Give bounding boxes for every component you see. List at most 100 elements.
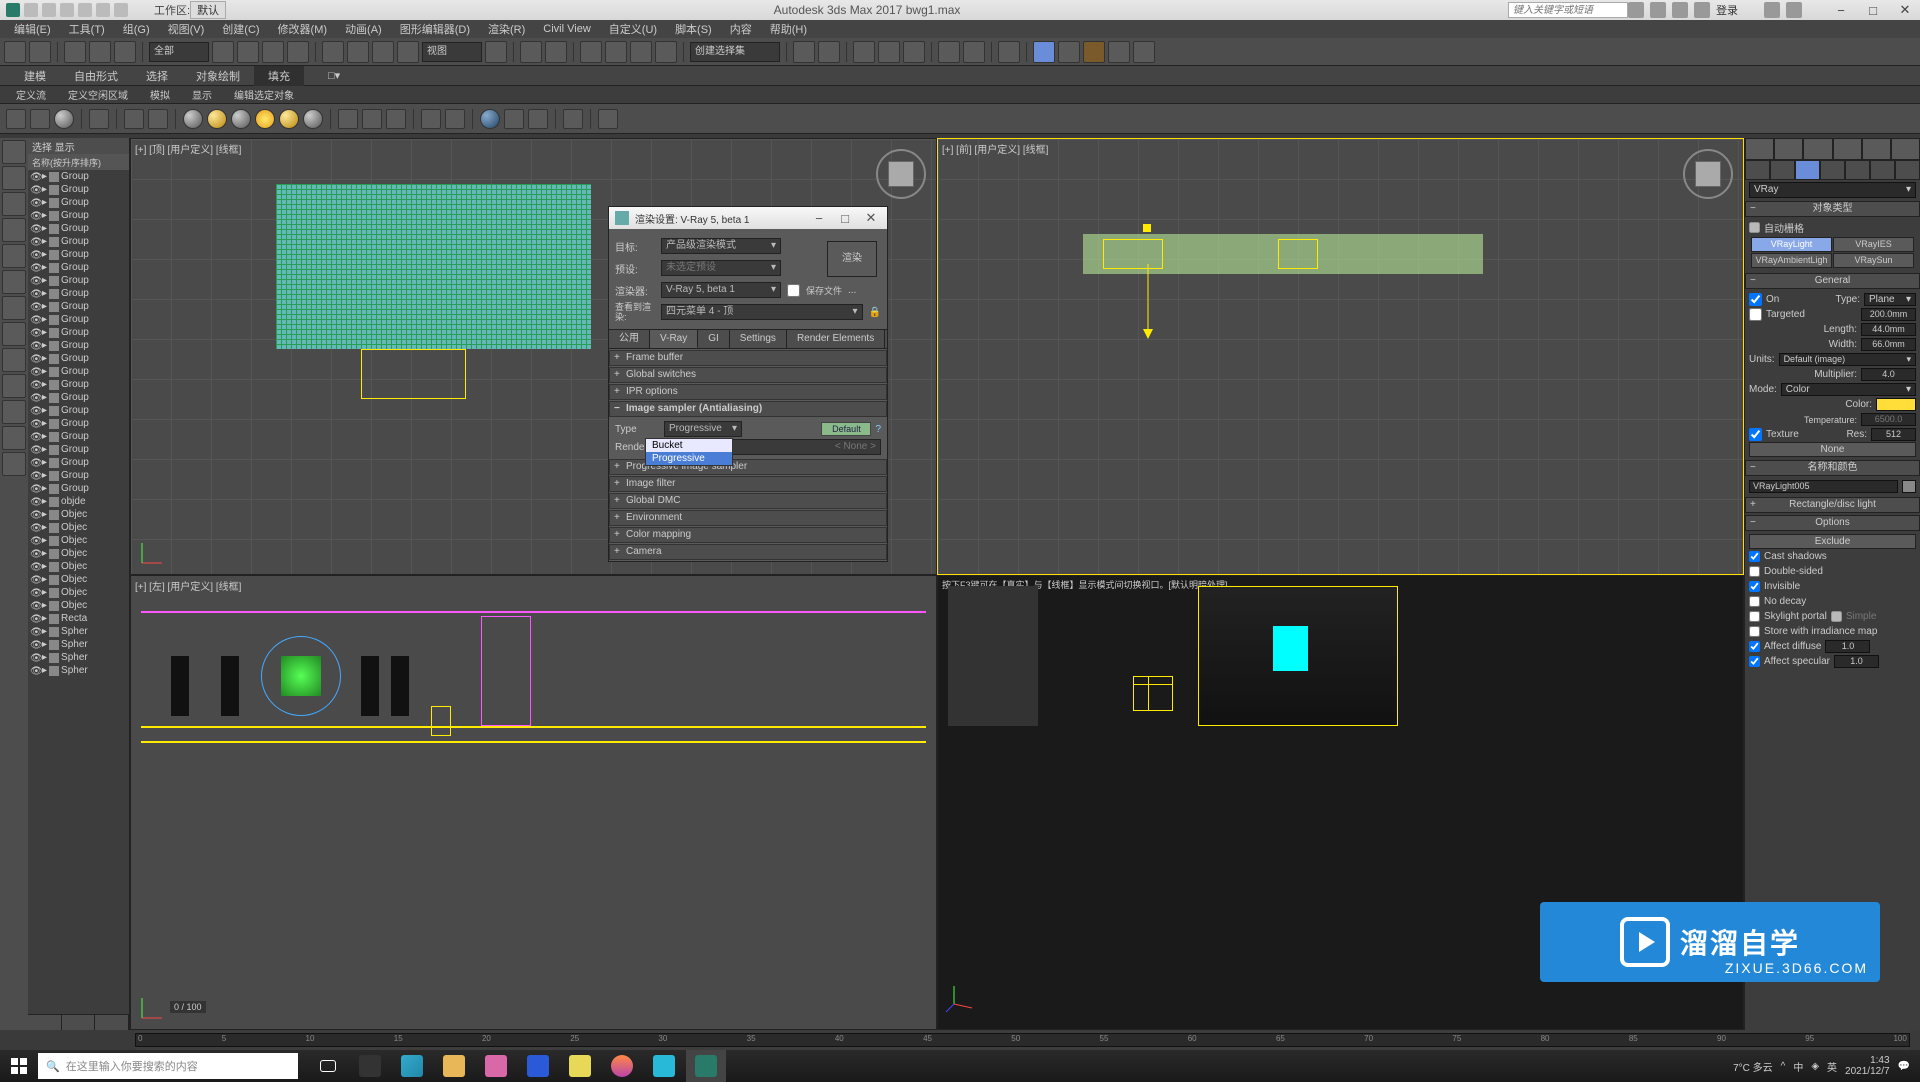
tb-redo-icon[interactable]	[29, 41, 51, 63]
lt-selo-icon[interactable]	[2, 166, 26, 190]
scene-item[interactable]: 👁▸Objec	[28, 586, 129, 599]
ot-grid-icon[interactable]	[6, 109, 26, 129]
texture-check[interactable]	[1749, 428, 1762, 441]
scene-foot-2[interactable]	[62, 1015, 96, 1030]
cmd-sub-space-icon[interactable]	[1870, 160, 1895, 180]
opt-check-1[interactable]	[1749, 566, 1760, 577]
workspace-dropdown[interactable]: 默认	[190, 1, 226, 19]
task-view-icon[interactable]	[308, 1050, 348, 1082]
ribbon-populate[interactable]: 填充	[254, 66, 304, 86]
rollout-options[interactable]: Options	[1745, 515, 1920, 531]
tb-spinsnap-icon[interactable]	[655, 41, 677, 63]
lock-view-icon[interactable]: 🔒	[869, 307, 881, 318]
tb-keymode-icon[interactable]	[545, 41, 567, 63]
cmd-tab-modify-icon[interactable]	[1774, 138, 1803, 160]
ro-imagesampler[interactable]: Image sampler (Antialiasing)	[609, 401, 887, 417]
mode-dd[interactable]: Color▾	[1781, 383, 1916, 396]
tb-render-icon[interactable]	[1083, 41, 1105, 63]
lt-i8-icon[interactable]	[2, 452, 26, 476]
sr-idle[interactable]: 定义空闲区域	[62, 87, 134, 102]
ot-sphere1-icon[interactable]	[54, 109, 74, 129]
vp-top-label[interactable]: [+] [顶] [用户定义] [线框]	[135, 141, 241, 156]
qat-open-icon[interactable]	[42, 3, 56, 17]
ot-help-icon[interactable]	[598, 109, 618, 129]
tb-unlink-icon[interactable]	[89, 41, 111, 63]
app-firefox-icon[interactable]	[602, 1050, 642, 1082]
scene-item[interactable]: 👁▸Group	[28, 365, 129, 378]
scene-item[interactable]: 👁▸Group	[28, 443, 129, 456]
help-search-input[interactable]	[1508, 2, 1628, 18]
opt-check-8[interactable]	[1749, 656, 1760, 667]
scene-item[interactable]: 👁▸Spher	[28, 638, 129, 651]
ro-camera[interactable]: Camera	[609, 544, 887, 560]
viewport-left[interactable]: [+] [左] [用户定义] [线框]	[130, 575, 937, 1030]
rtab-gi[interactable]: GI	[698, 330, 730, 348]
tb-rendsetup-icon[interactable]	[1033, 41, 1055, 63]
scene-item[interactable]: 👁▸Group	[28, 300, 129, 313]
viewcube-front[interactable]	[1683, 149, 1733, 199]
units-dd[interactable]: Default (image)▾	[1779, 353, 1916, 366]
tb-pivot-icon[interactable]	[485, 41, 507, 63]
scene-item[interactable]: 👁▸Objec	[28, 547, 129, 560]
tr-icon-3[interactable]	[1672, 2, 1688, 18]
tr-icon-2[interactable]	[1650, 2, 1666, 18]
scene-item[interactable]: 👁▸Group	[28, 248, 129, 261]
ot-fx2-icon[interactable]	[362, 109, 382, 129]
ot-dome-icon[interactable]	[421, 109, 441, 129]
ref-coord-dropdown[interactable]: 视图	[422, 42, 482, 62]
scene-item[interactable]: 👁▸Group	[28, 456, 129, 469]
lt-i5-icon[interactable]	[2, 374, 26, 398]
tr-icon-1[interactable]	[1628, 2, 1644, 18]
tb-scene-icon[interactable]	[878, 41, 900, 63]
tb-asnap-icon[interactable]	[605, 41, 627, 63]
menu-script[interactable]: 脚本(S)	[667, 21, 720, 37]
qat-redo-icon[interactable]	[96, 3, 110, 17]
tb-bind-icon[interactable]	[114, 41, 136, 63]
menu-custom[interactable]: 自定义(U)	[601, 21, 665, 37]
sr-sim[interactable]: 模拟	[144, 87, 176, 102]
cmd-sub-sys-icon[interactable]	[1895, 160, 1920, 180]
tb-ribbon-icon[interactable]	[903, 41, 925, 63]
ot-b3-icon[interactable]	[528, 109, 548, 129]
tb-align-icon[interactable]	[818, 41, 840, 63]
render-button[interactable]: 渲染	[827, 241, 877, 277]
ot-cloud-icon[interactable]	[30, 109, 50, 129]
scene-item[interactable]: 👁▸Group	[28, 235, 129, 248]
rtab-elements[interactable]: Render Elements	[787, 330, 885, 348]
scene-sort-header[interactable]: 名称(按升序排序)	[28, 154, 129, 170]
rollout-objtype[interactable]: 对象类型	[1745, 201, 1920, 217]
targeted-check[interactable]	[1749, 308, 1762, 321]
render-target-dd[interactable]: 产品级渲染模式▾	[661, 238, 781, 254]
window-maximize-button[interactable]: □	[1858, 1, 1888, 19]
ot-b2-icon[interactable]	[504, 109, 524, 129]
vp-front-label[interactable]: [+] [前] [用户定义] [线框]	[942, 141, 1048, 156]
cmd-tab-util-icon[interactable]	[1891, 138, 1920, 160]
ro-globaldmc[interactable]: Global DMC	[609, 493, 887, 509]
scene-item[interactable]: 👁▸Group	[28, 209, 129, 222]
ot-s5-icon[interactable]	[303, 109, 323, 129]
tb-rendframe-icon[interactable]	[1058, 41, 1080, 63]
tb-schem-icon[interactable]	[963, 41, 985, 63]
scene-item[interactable]: 👁▸Group	[28, 404, 129, 417]
tb-rectsel-icon[interactable]	[262, 41, 284, 63]
sel-set-dropdown[interactable]: 创建选择集	[690, 42, 780, 62]
tr-user-icon[interactable]	[1694, 2, 1710, 18]
scene-item[interactable]: 👁▸Group	[28, 196, 129, 209]
ro-imgfilter[interactable]: Image filter	[609, 476, 887, 492]
ias-option-progressive[interactable]: Progressive	[646, 452, 732, 465]
scene-item[interactable]: 👁▸Group	[28, 261, 129, 274]
tb-matedit-icon[interactable]	[998, 41, 1020, 63]
render-preset-dd[interactable]: 未选定预设▾	[661, 260, 781, 276]
ot-b1-icon[interactable]	[480, 109, 500, 129]
app-icon[interactable]	[6, 3, 20, 17]
cortana-icon[interactable]	[350, 1050, 390, 1082]
tb-layer-icon[interactable]	[853, 41, 875, 63]
render-dialog-titlebar[interactable]: 渲染设置: V-Ray 5, beta 1 − □ ✕	[609, 207, 887, 229]
lt-move-icon[interactable]	[2, 192, 26, 216]
scene-item[interactable]: 👁▸Objec	[28, 573, 129, 586]
tb-place-icon[interactable]	[397, 41, 419, 63]
window-minimize-button[interactable]: −	[1826, 1, 1856, 19]
sr-edit[interactable]: 编辑选定对象	[228, 87, 300, 102]
scene-foot-1[interactable]	[28, 1015, 62, 1030]
app-3dsmax-icon[interactable]	[686, 1050, 726, 1082]
